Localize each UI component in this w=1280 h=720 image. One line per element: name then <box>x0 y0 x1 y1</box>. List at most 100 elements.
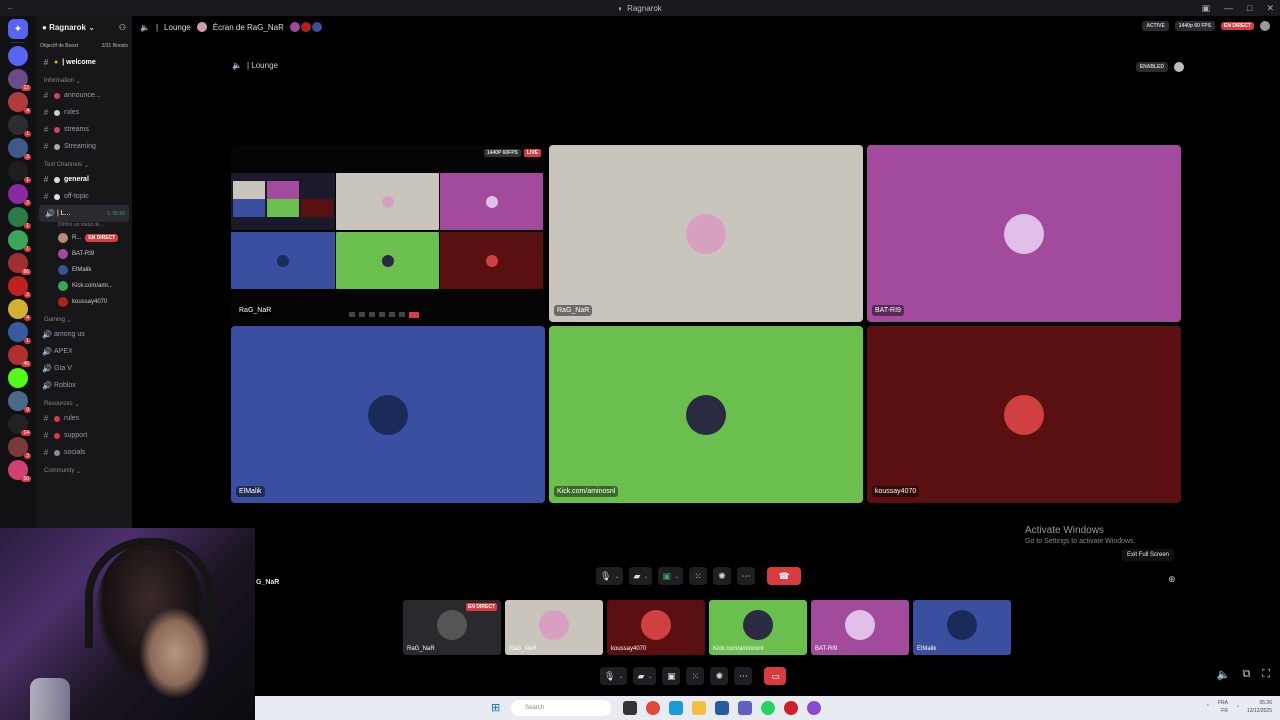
opera-icon[interactable] <box>784 701 798 715</box>
participant-tile[interactable]: BAT-RI9 <box>867 145 1181 322</box>
voice-channel-item[interactable]: 🔊 Gta V <box>36 360 132 377</box>
chevron-down-icon[interactable]: ⌄ <box>647 673 652 680</box>
windows-start-icon[interactable]: ⊞ <box>491 702 503 714</box>
server-icon[interactable]: 50 <box>8 460 31 482</box>
category-gaming[interactable]: Gaming ⌄ <box>36 314 132 326</box>
voice-user[interactable]: BAT-RI9 <box>36 246 132 262</box>
participant-thumbnail[interactable]: BAT-RI9 <box>811 600 909 655</box>
voice-channel-item[interactable]: 🔊 APEX <box>36 343 132 360</box>
camera-button[interactable]: ▰ ⌄ <box>629 567 653 585</box>
server-icon[interactable]: 3 <box>8 437 31 459</box>
mute-button[interactable]: 🎙 ⌄ <box>600 667 628 685</box>
server-icon[interactable]: 1 <box>8 161 31 183</box>
more-options-button[interactable]: ⋯ <box>736 567 755 585</box>
server-icon[interactable]: 9 <box>8 391 31 413</box>
category-resources[interactable]: Resources ⌄ <box>36 398 132 410</box>
server-icon[interactable]: 1 <box>8 207 31 229</box>
soundboard-button[interactable]: ✺ <box>710 667 729 685</box>
voice-user[interactable]: koussay4070 <box>36 294 132 310</box>
voice-user[interactable]: ElMalik <box>36 262 132 278</box>
boost-goal[interactable]: Objectif de Boost 2/31 Boosts <box>40 38 128 54</box>
server-icon[interactable]: 2 <box>8 184 31 206</box>
file-explorer-icon[interactable] <box>692 701 706 715</box>
chevron-down-icon[interactable]: ⌄ <box>643 573 648 580</box>
participant-tile[interactable]: Kick.com/aminosnl <box>549 326 863 503</box>
tray-clock[interactable]: 05:26 13/12/2025 <box>1247 699 1272 715</box>
participant-tile[interactable]: koussay4070 <box>867 326 1181 503</box>
minimize-button[interactable]: — <box>1224 3 1233 13</box>
mute-button[interactable]: 🎙 ⌄ <box>596 567 624 585</box>
server-icon[interactable]: 3 <box>8 276 31 298</box>
server-icon[interactable]: 1 <box>8 115 31 137</box>
app-icon[interactable] <box>669 701 683 715</box>
whatsapp-icon[interactable] <box>761 701 775 715</box>
chevron-down-icon[interactable]: ⌄ <box>614 573 619 580</box>
participant-thumbnail[interactable]: RaG_NaR EN DIRECT <box>403 600 501 655</box>
activities-button[interactable]: ⁙ <box>686 667 705 685</box>
more-options-button[interactable]: ⋯ <box>734 667 753 685</box>
chevron-down-icon[interactable]: ⌄ <box>674 573 679 580</box>
server-header[interactable]: ● Ragnarok ⌄ ⚇ <box>36 16 132 38</box>
add-member-icon[interactable]: ⚇ <box>119 23 126 32</box>
volume-icon[interactable]: 🔈 <box>1217 668 1231 681</box>
share-screen-button[interactable]: ▣ <box>662 667 681 685</box>
voice-channel-item[interactable]: 🔊 among us <box>36 326 132 343</box>
tray-language[interactable]: FRA FR <box>1218 699 1228 715</box>
disconnect-button[interactable]: ☎ <box>766 567 801 585</box>
zoom-icon[interactable]: ⊕ <box>1168 574 1176 585</box>
fullscreen-icon[interactable]: ⛶ <box>1262 668 1270 681</box>
server-icon[interactable]: 1 <box>8 230 31 252</box>
voice-channel-item[interactable]: 🔊 Roblox <box>36 377 132 394</box>
activities-button[interactable]: ⁙ <box>688 567 707 585</box>
channel-welcome[interactable]: # ● | welcome <box>36 54 132 71</box>
participant-thumbnail[interactable]: koussay4070 <box>607 600 705 655</box>
participant-thumbnail[interactable]: ElMalik <box>913 600 1011 655</box>
header-channel-name[interactable]: Lounge <box>164 23 191 32</box>
channel-item[interactable]: # support <box>36 427 132 444</box>
server-icon[interactable] <box>8 46 28 66</box>
voice-channel-lounge[interactable]: 🔊 | L... 1: 06:50 <box>39 205 129 222</box>
channel-item[interactable]: # general <box>36 171 132 188</box>
voice-status[interactable]: Définir un statut de ... <box>36 222 132 230</box>
camera-button[interactable]: ▰ ⌄ <box>633 667 657 685</box>
voice-user[interactable]: R... EN DIRECT <box>36 230 132 246</box>
server-icon[interactable]: 4 <box>8 299 31 321</box>
participant-thumbnail[interactable]: Kick.com/aminosnl <box>709 600 807 655</box>
task-view-icon[interactable] <box>623 701 637 715</box>
close-button[interactable]: ✕ <box>1266 3 1274 14</box>
server-icon[interactable]: 1 <box>8 322 31 344</box>
channel-item[interactable]: # Streaming <box>36 138 132 155</box>
participant-tile[interactable]: RaG_NaR <box>549 145 863 322</box>
channel-item[interactable]: # announce... <box>36 87 132 104</box>
chat-bubble-icon[interactable] <box>1174 62 1184 72</box>
category-text-channels[interactable]: Text Channels ⌄ <box>36 159 132 171</box>
server-icon[interactable]: 66 <box>8 253 31 275</box>
tray-up-icon[interactable]: ⌃ <box>1206 704 1210 710</box>
server-icon[interactable]: 12 <box>8 69 31 91</box>
maximize-button[interactable]: □ <box>1247 3 1252 13</box>
soundboard-button[interactable]: ✺ <box>712 567 731 585</box>
app-icon[interactable] <box>715 701 729 715</box>
server-icon[interactable]: 46 <box>8 345 31 367</box>
taskbar-search[interactable]: Search <box>511 700 611 716</box>
server-icon[interactable]: 14 <box>8 414 31 436</box>
chrome-icon[interactable] <box>646 701 660 715</box>
channel-item[interactable]: # socials <box>36 444 132 461</box>
server-icon[interactable]: 3 <box>8 138 31 160</box>
server-icon[interactable]: 4 <box>8 92 31 114</box>
channel-item[interactable]: # rules <box>36 410 132 427</box>
category-information[interactable]: Information ⌄ <box>36 75 132 87</box>
screen-share-tile[interactable]: 1440P 60FPS LIVE RaG_NaR <box>231 145 545 322</box>
chat-bubble-icon[interactable] <box>1260 21 1270 31</box>
channel-item[interactable]: # streams <box>36 121 132 138</box>
channel-item[interactable]: # roles <box>36 104 132 121</box>
chevron-down-icon[interactable]: ⌄ <box>618 673 623 680</box>
app-icon[interactable] <box>738 701 752 715</box>
voice-user[interactable]: Kick.com/ami... <box>36 278 132 294</box>
channel-item[interactable]: # off-topic <box>36 188 132 205</box>
browser-icon[interactable] <box>807 701 821 715</box>
home-button[interactable]: ✦ <box>8 19 28 39</box>
back-arrow-icon[interactable]: ← <box>6 2 15 12</box>
popout-icon[interactable]: ⧉ <box>1242 668 1250 681</box>
share-screen-button[interactable]: ▣ ⌄ <box>658 567 683 585</box>
